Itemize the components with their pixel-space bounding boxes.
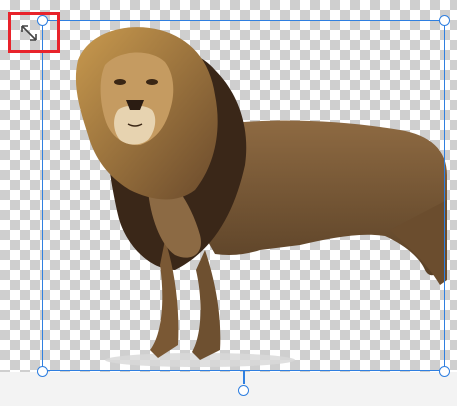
rotate-connector — [243, 371, 245, 384]
lion-image[interactable] — [0, 0, 457, 372]
resize-handle-bottom-right[interactable] — [439, 366, 450, 377]
resize-handle-top-right[interactable] — [439, 15, 450, 26]
resize-highlight-box — [8, 12, 60, 53]
resize-diagonal-icon[interactable] — [19, 23, 39, 43]
rotate-handle[interactable] — [238, 385, 249, 396]
resize-handle-bottom-left[interactable] — [37, 366, 48, 377]
